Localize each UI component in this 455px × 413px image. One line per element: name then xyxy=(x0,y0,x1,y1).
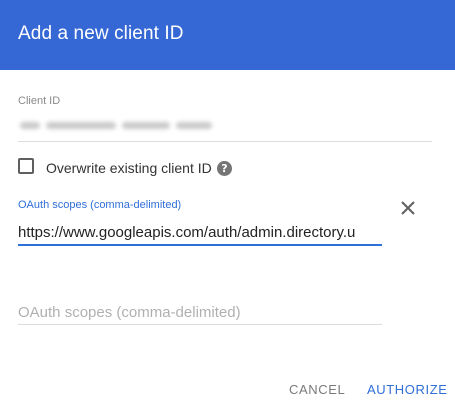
oauth-scopes-label: OAuth scopes (comma-delimited) xyxy=(18,199,182,211)
client-id-input[interactable] xyxy=(18,116,218,136)
cancel-button[interactable]: CANCEL xyxy=(289,382,345,397)
authorize-button[interactable]: AUTHORIZE xyxy=(367,382,448,397)
close-icon[interactable] xyxy=(397,197,419,219)
help-circle-icon[interactable]: ? xyxy=(217,161,232,176)
oauth-scopes-underline xyxy=(18,244,382,246)
overwrite-checkbox-label[interactable]: Overwrite existing client ID xyxy=(46,160,212,176)
overwrite-checkbox[interactable] xyxy=(18,158,34,174)
add-client-id-dialog: Add a new client ID Client ID Overwrite … xyxy=(0,0,455,413)
oauth-scopes-input[interactable] xyxy=(18,221,382,243)
client-id-label: Client ID xyxy=(18,95,61,107)
oauth-scopes-empty-underline xyxy=(18,324,382,325)
dialog-header: Add a new client ID xyxy=(0,0,455,70)
client-id-underline xyxy=(18,141,432,142)
oauth-scopes-input-empty[interactable] xyxy=(18,301,382,323)
dialog-title: Add a new client ID xyxy=(18,23,184,44)
